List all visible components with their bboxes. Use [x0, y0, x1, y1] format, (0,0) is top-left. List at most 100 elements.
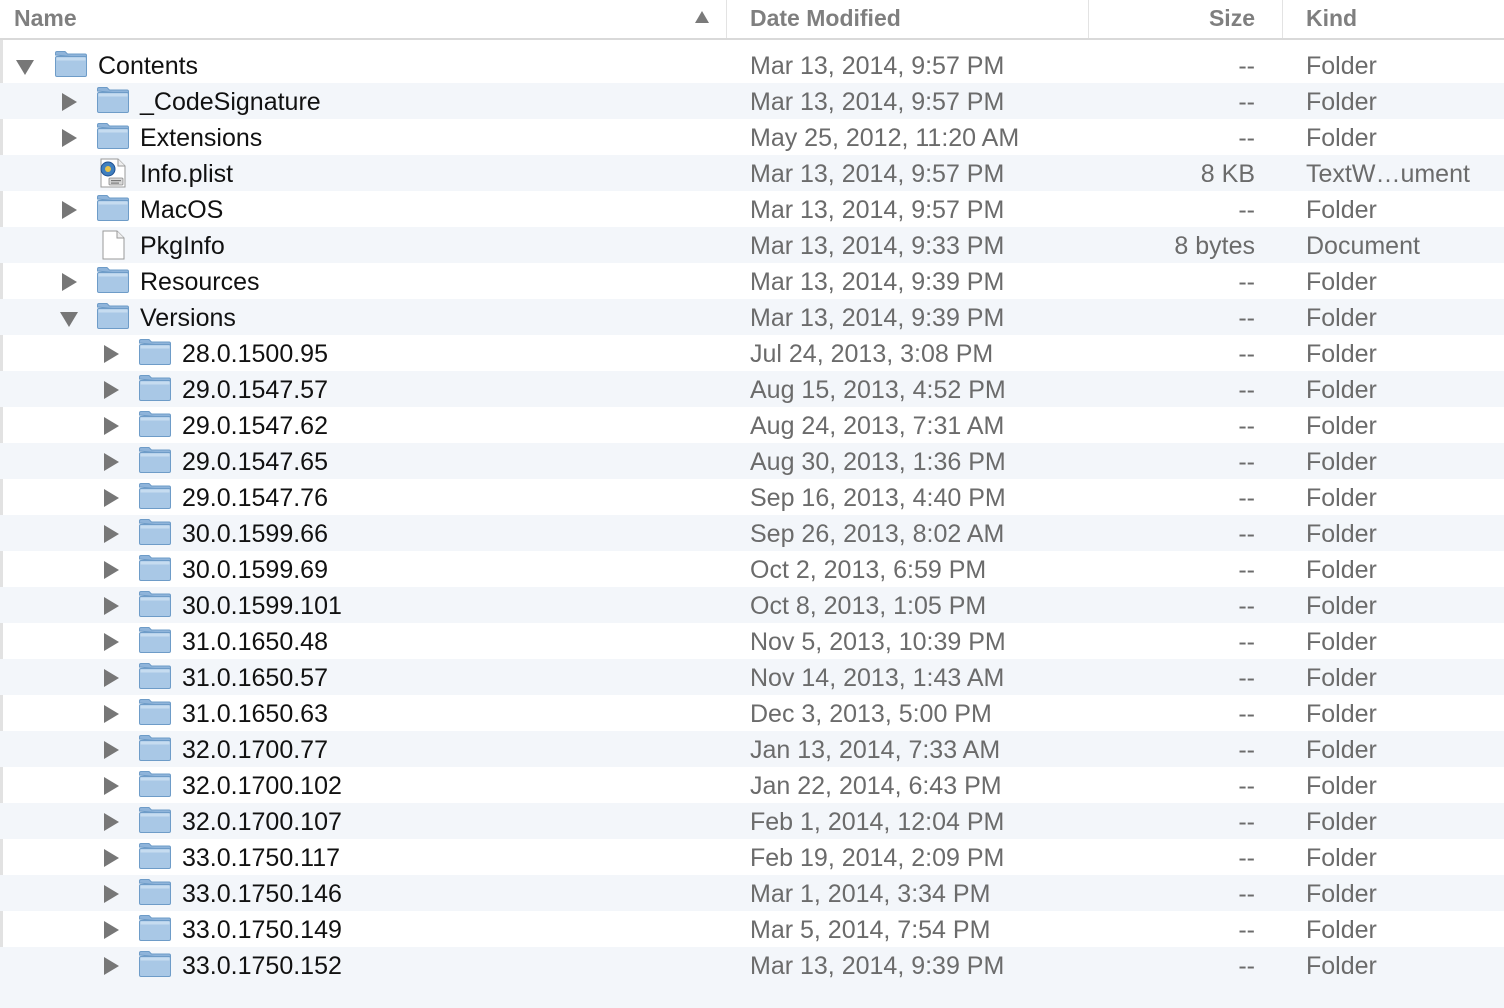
disclosure-closed-icon[interactable] [104, 813, 119, 831]
folder-icon [138, 842, 172, 875]
column-header-size[interactable]: Size [1055, 0, 1255, 38]
disclosure-closed-icon[interactable] [104, 561, 119, 579]
file-size: -- [1238, 412, 1255, 440]
folder-icon [138, 482, 172, 515]
file-row[interactable]: 33.0.1750.152 Mar 13, 2014, 9:39 PM -- Fold… [0, 947, 1504, 983]
file-kind: Folder [1306, 412, 1377, 440]
file-size: -- [1238, 268, 1255, 296]
disclosure-closed-icon[interactable] [62, 93, 77, 111]
date-modified: Mar 13, 2014, 9:57 PM [750, 160, 1005, 188]
file-list: Contents Mar 13, 2014, 9:57 PM -- Folder _Co… [0, 47, 1504, 983]
date-modified: Mar 13, 2014, 9:39 PM [750, 268, 1005, 296]
disclosure-closed-icon[interactable] [104, 741, 119, 759]
folder-icon [138, 734, 172, 767]
file-size: -- [1238, 736, 1255, 764]
file-row[interactable]: 31.0.1650.63 Dec 3, 2013, 5:00 PM -- Folder [0, 695, 1504, 731]
disclosure-closed-icon[interactable] [104, 705, 119, 723]
disclosure-closed-icon[interactable] [104, 489, 119, 507]
date-modified: Mar 13, 2014, 9:33 PM [750, 232, 1005, 260]
file-name: 30.0.1599.101 [182, 592, 342, 620]
file-kind: Folder [1306, 592, 1377, 620]
file-kind: Folder [1306, 664, 1377, 692]
file-row[interactable]: 33.0.1750.146 Mar 1, 2014, 3:34 PM -- Folde… [0, 875, 1504, 911]
file-size: -- [1238, 808, 1255, 836]
file-row[interactable]: _CodeSignature Mar 13, 2014, 9:57 PM -- Fol… [0, 83, 1504, 119]
file-kind: Folder [1306, 808, 1377, 836]
file-kind: Folder [1306, 304, 1377, 332]
file-name: Extensions [140, 124, 263, 152]
file-kind: Folder [1306, 52, 1377, 80]
file-kind: Document [1306, 232, 1420, 260]
file-name: 29.0.1547.65 [182, 448, 328, 476]
folder-icon [96, 266, 130, 299]
file-row[interactable]: 30.0.1599.101 Oct 8, 2013, 1:05 PM -- Folde… [0, 587, 1504, 623]
folder-icon [138, 590, 172, 623]
file-row[interactable]: 30.0.1599.66 Sep 26, 2013, 8:02 AM -- Folde… [0, 515, 1504, 551]
column-header-kind[interactable]: Kind [1306, 0, 1357, 38]
file-row[interactable]: Resources Mar 13, 2014, 9:39 PM -- Folder [0, 263, 1504, 299]
disclosure-closed-icon[interactable] [104, 597, 119, 615]
disclosure-closed-icon[interactable] [62, 273, 77, 291]
file-row[interactable]: Contents Mar 13, 2014, 9:57 PM -- Folder [0, 47, 1504, 83]
disclosure-closed-icon[interactable] [104, 525, 119, 543]
disclosure-closed-icon[interactable] [104, 885, 119, 903]
column-header-date-modified[interactable]: Date Modified [750, 0, 901, 38]
folder-icon [96, 194, 130, 227]
file-row[interactable]: 33.0.1750.149 Mar 5, 2014, 7:54 PM -- Folde… [0, 911, 1504, 947]
file-size: -- [1238, 376, 1255, 404]
column-divider[interactable] [1282, 0, 1283, 38]
column-header-name[interactable]: Name [14, 0, 77, 38]
disclosure-closed-icon[interactable] [104, 633, 119, 651]
file-row[interactable]: 28.0.1500.95 Jul 24, 2013, 3:08 PM -- Folde… [0, 335, 1504, 371]
disclosure-closed-icon[interactable] [104, 957, 119, 975]
date-modified: Jan 22, 2014, 6:43 PM [750, 772, 1002, 800]
folder-icon [138, 770, 172, 803]
file-row[interactable]: 29.0.1547.57 Aug 15, 2013, 4:52 PM -- Folde… [0, 371, 1504, 407]
file-row[interactable]: 33.0.1750.117 Feb 19, 2014, 2:09 PM -- Fold… [0, 839, 1504, 875]
disclosure-closed-icon[interactable] [62, 129, 77, 147]
file-kind: Folder [1306, 880, 1377, 908]
disclosure-closed-icon[interactable] [62, 201, 77, 219]
plist-file-icon [96, 158, 130, 193]
file-name: 29.0.1547.62 [182, 412, 328, 440]
file-row[interactable]: 32.0.1700.77 Jan 13, 2014, 7:33 AM -- Folde… [0, 731, 1504, 767]
file-size: -- [1238, 916, 1255, 944]
file-size: -- [1238, 304, 1255, 332]
file-name: _CodeSignature [140, 88, 321, 116]
disclosure-closed-icon[interactable] [104, 921, 119, 939]
file-row[interactable]: 30.0.1599.69 Oct 2, 2013, 6:59 PM -- Folder [0, 551, 1504, 587]
disclosure-open-icon[interactable] [60, 312, 78, 327]
file-row[interactable]: MacOS Mar 13, 2014, 9:57 PM -- Folder [0, 191, 1504, 227]
file-row[interactable]: 32.0.1700.107 Feb 1, 2014, 12:04 PM -- Fold… [0, 803, 1504, 839]
date-modified: May 25, 2012, 11:20 AM [750, 124, 1020, 152]
file-kind: Folder [1306, 556, 1377, 584]
file-name: 33.0.1750.152 [182, 952, 342, 980]
file-kind: Folder [1306, 772, 1377, 800]
file-row[interactable]: 29.0.1547.76 Sep 16, 2013, 4:40 PM -- Folde… [0, 479, 1504, 515]
disclosure-closed-icon[interactable] [104, 381, 119, 399]
file-row[interactable]: Info.plist Mar 13, 2014, 9:57 PM 8 KB TextW… [0, 155, 1504, 191]
file-row[interactable]: Versions Mar 13, 2014, 9:39 PM -- Folder [0, 299, 1504, 335]
disclosure-closed-icon[interactable] [104, 849, 119, 867]
disclosure-closed-icon[interactable] [104, 345, 119, 363]
file-kind: Folder [1306, 88, 1377, 116]
file-size: -- [1238, 448, 1255, 476]
column-divider[interactable] [726, 0, 727, 38]
disclosure-open-icon[interactable] [16, 60, 34, 75]
disclosure-closed-icon[interactable] [104, 669, 119, 687]
disclosure-closed-icon[interactable] [104, 453, 119, 471]
file-row[interactable]: PkgInfo Mar 13, 2014, 9:33 PM 8 bytes Docum… [0, 227, 1504, 263]
file-kind: Folder [1306, 916, 1377, 944]
file-row[interactable]: 32.0.1700.102 Jan 22, 2014, 6:43 PM -- Fold… [0, 767, 1504, 803]
disclosure-closed-icon[interactable] [104, 417, 119, 435]
file-row[interactable]: 31.0.1650.57 Nov 14, 2013, 1:43 AM -- Folde… [0, 659, 1504, 695]
file-row[interactable]: 29.0.1547.65 Aug 30, 2013, 1:36 PM -- Folde… [0, 443, 1504, 479]
file-kind: Folder [1306, 844, 1377, 872]
sort-ascending-icon[interactable] [695, 11, 709, 23]
disclosure-closed-icon[interactable] [104, 777, 119, 795]
file-row[interactable]: 31.0.1650.48 Nov 5, 2013, 10:39 PM -- Folde… [0, 623, 1504, 659]
file-name: Info.plist [140, 160, 234, 188]
file-row[interactable]: 29.0.1547.62 Aug 24, 2013, 7:31 AM -- Folde… [0, 407, 1504, 443]
file-row[interactable]: Extensions May 25, 2012, 11:20 AM -- Folder [0, 119, 1504, 155]
file-name: 29.0.1547.76 [182, 484, 328, 512]
